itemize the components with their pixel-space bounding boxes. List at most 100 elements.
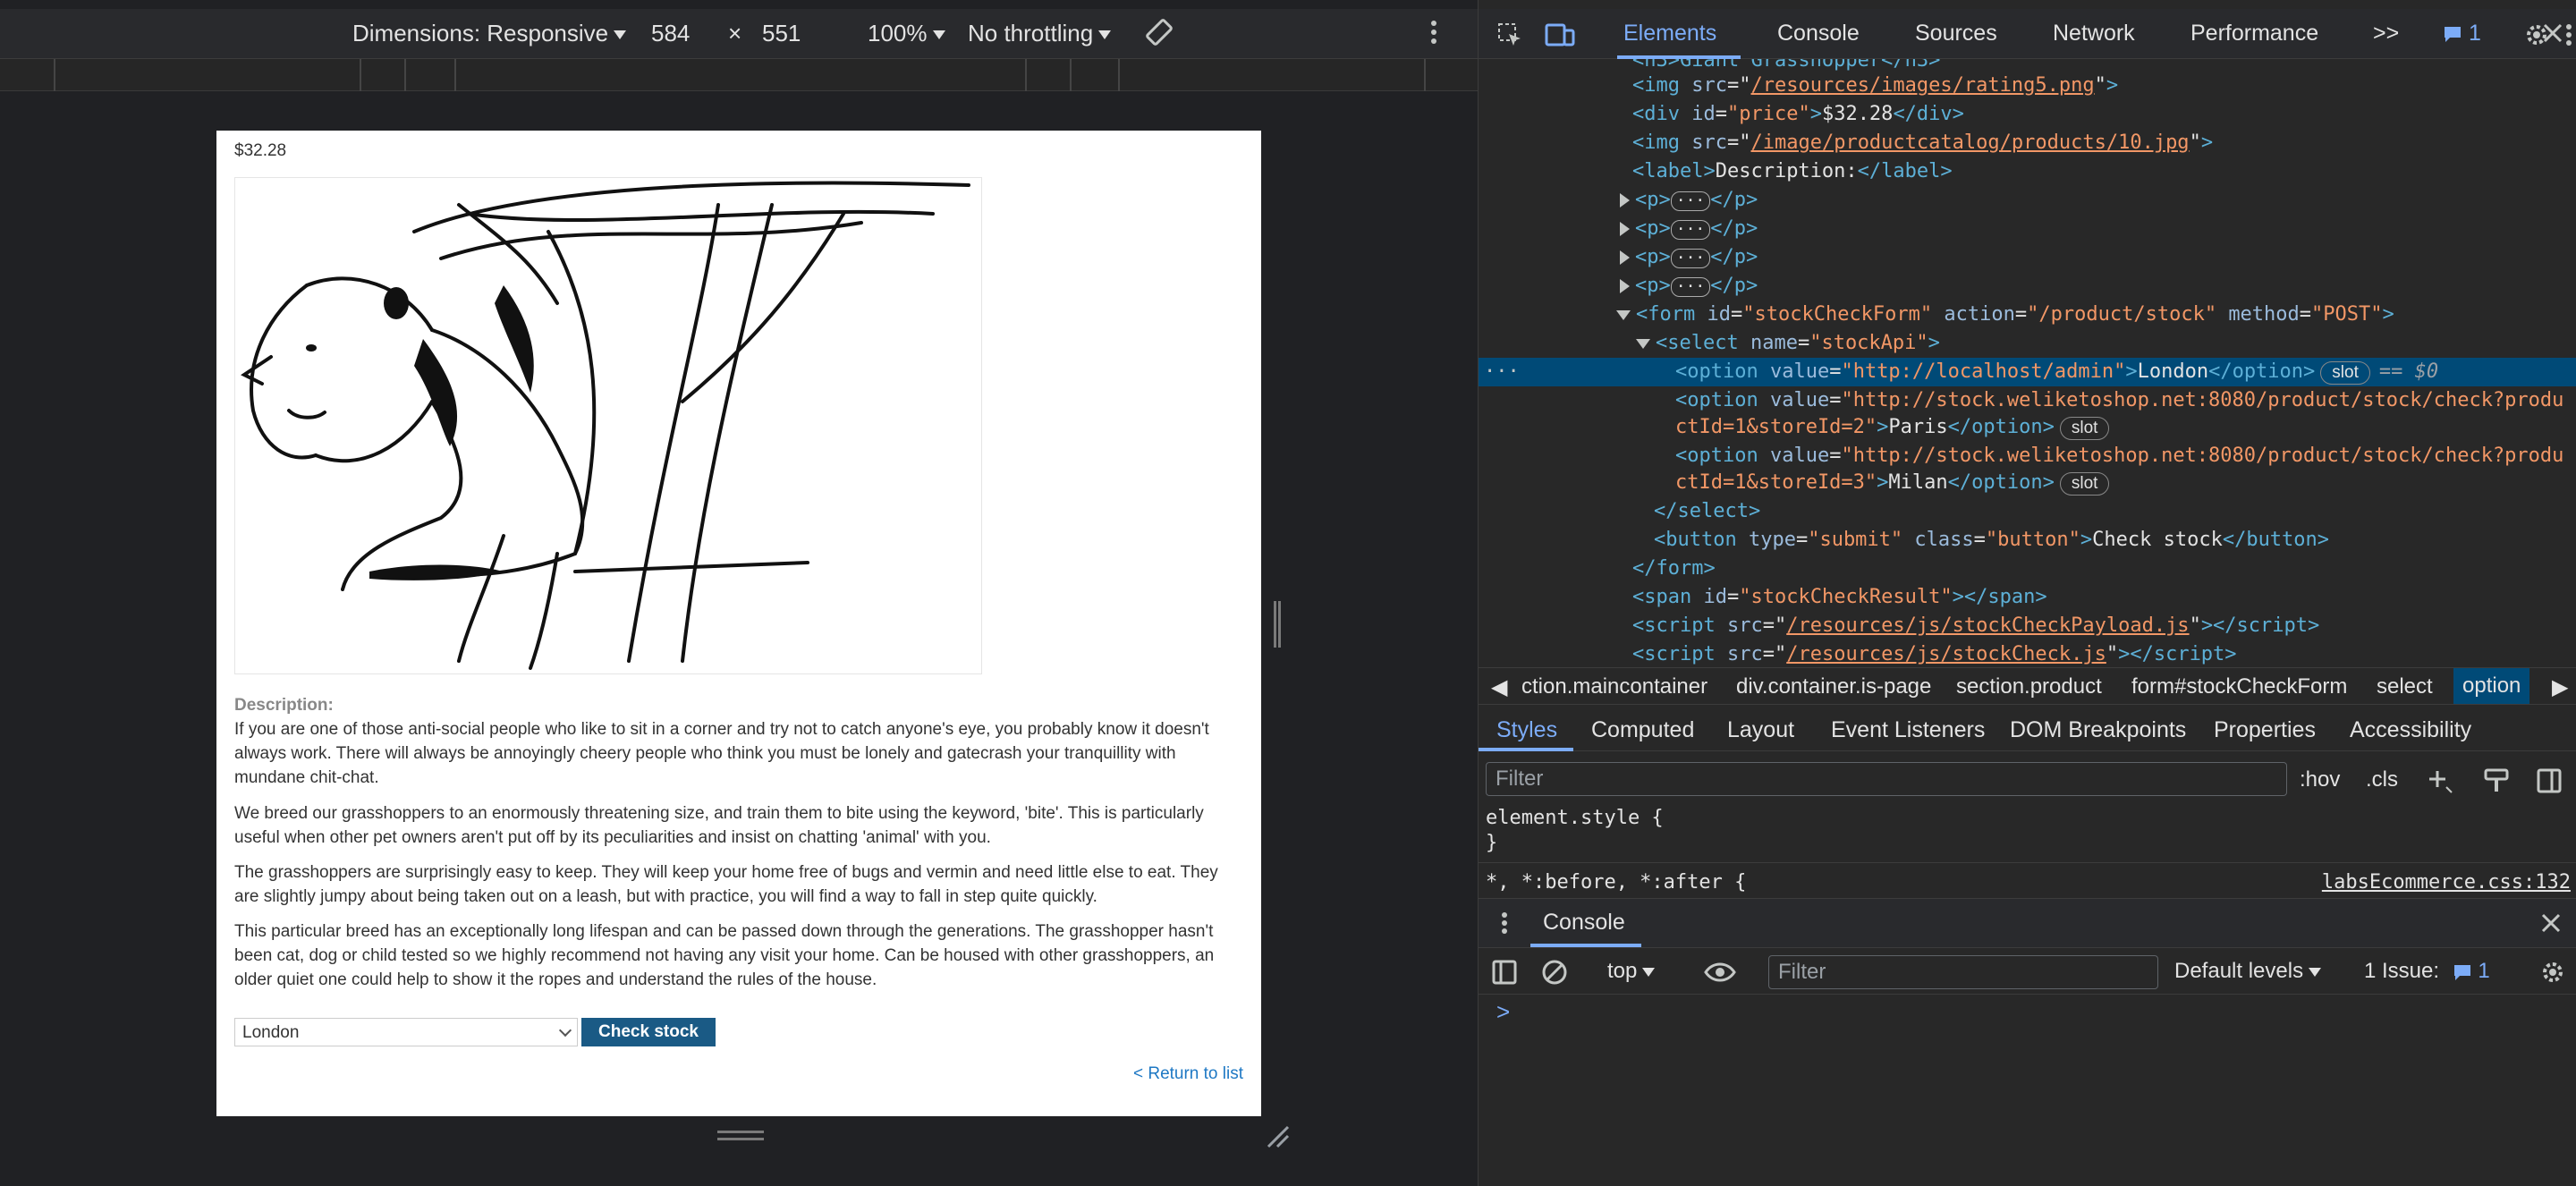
paint-brush-icon[interactable] bbox=[2484, 767, 2509, 798]
tab-console[interactable]: Console bbox=[1777, 21, 1860, 47]
sidebar-toggle-icon[interactable] bbox=[2536, 767, 2563, 798]
context-selector[interactable]: top bbox=[1607, 959, 1656, 984]
selected-dom-node[interactable]: ··· <option value="http://localhost/admi… bbox=[1479, 358, 2576, 386]
issues-count: 1 bbox=[2468, 21, 2481, 46]
slot-badge[interactable]: slot bbox=[2059, 417, 2110, 440]
tab-console-drawer[interactable]: Console bbox=[1543, 910, 1625, 936]
tab-styles[interactable]: Styles bbox=[1496, 717, 1557, 743]
hov-toggle[interactable]: :hov bbox=[2300, 767, 2340, 792]
add-rule-icon[interactable] bbox=[2427, 767, 2453, 798]
gear-icon[interactable] bbox=[2539, 959, 2566, 989]
issues-badge[interactable]: 1 bbox=[2443, 21, 2481, 47]
return-to-list-link[interactable]: < Return to list bbox=[1133, 1063, 1243, 1086]
dom-node[interactable]: <img src="/resources/images/rating5.png"… bbox=[1632, 72, 2576, 100]
dom-node[interactable]: <script src="/resources/js/stockCheckPay… bbox=[1632, 612, 2576, 640]
resize-corner-icon[interactable] bbox=[1265, 1123, 1292, 1155]
dimensions-label: Dimensions: Responsive bbox=[352, 20, 609, 47]
check-stock-button[interactable]: Check stock bbox=[581, 1018, 716, 1046]
chevron-down-icon bbox=[1642, 967, 1656, 977]
console-prompt[interactable]: > bbox=[1496, 998, 1510, 1026]
console-drawer-header: Console bbox=[1479, 898, 2576, 948]
styles-subtabs: Styles Computed Layout Event Listeners D… bbox=[1479, 707, 2576, 751]
dom-node[interactable]: <p> ··· </p> bbox=[1620, 215, 2576, 243]
universal-selector-rule[interactable]: *, *:before, *:after { bbox=[1486, 871, 1746, 894]
product-image bbox=[234, 177, 982, 674]
breadcrumb-item[interactable]: ction.maincontainer bbox=[1521, 674, 1707, 699]
description-label: Description: bbox=[234, 696, 334, 715]
drawer-menu-icon[interactable] bbox=[1500, 910, 1509, 940]
rotate-icon[interactable] bbox=[1143, 16, 1175, 55]
dom-node[interactable]: <label>Description:</label> bbox=[1632, 157, 2576, 186]
element-style-rule[interactable]: element.style { bbox=[1486, 807, 1664, 829]
tab-sources[interactable]: Sources bbox=[1915, 21, 1997, 47]
tab-performance[interactable]: Performance bbox=[2190, 21, 2318, 47]
breadcrumb-item[interactable]: section.product bbox=[1956, 674, 2102, 699]
breadcrumb-scroll-right-icon[interactable]: ▶ bbox=[2552, 674, 2568, 700]
description-paragraph: This particular breed has an exceptional… bbox=[234, 922, 1215, 989]
eye-icon[interactable] bbox=[1704, 959, 1736, 989]
close-icon[interactable] bbox=[2539, 911, 2563, 938]
inspect-element-icon[interactable] bbox=[1496, 21, 1523, 52]
dom-node[interactable]: <button type="submit" class="button">Che… bbox=[1654, 526, 2576, 555]
breadcrumb: ◀ ction.maincontainer div.container.is-p… bbox=[1479, 667, 2576, 705]
viewport-height-resize-handle[interactable] bbox=[717, 1131, 764, 1145]
width-input[interactable]: 584 bbox=[651, 20, 690, 47]
issues-counter[interactable]: 1 Issue: 1 bbox=[2364, 959, 2490, 984]
close-icon[interactable] bbox=[2541, 21, 2564, 50]
breadcrumb-item[interactable]: option bbox=[2453, 668, 2530, 704]
dimensions-dropdown[interactable]: Dimensions: Responsive bbox=[352, 20, 627, 47]
breadcrumb-item[interactable]: select bbox=[2377, 674, 2433, 699]
device-emulation-area: Dimensions: Responsive 584 × 551 100% No… bbox=[0, 0, 1478, 1186]
dom-node[interactable]: </form> bbox=[1632, 555, 2576, 583]
dom-node[interactable]: <p> ··· </p> bbox=[1620, 272, 2576, 301]
dom-node[interactable]: </select> bbox=[1654, 497, 2576, 526]
height-input[interactable]: 551 bbox=[762, 20, 801, 47]
device-toolbar-toggle-icon[interactable] bbox=[1545, 21, 1575, 52]
tab-dom-breakpoints[interactable]: DOM Breakpoints bbox=[2010, 717, 2186, 743]
tab-layout[interactable]: Layout bbox=[1727, 717, 1794, 743]
styles-filter-input[interactable]: Filter bbox=[1486, 762, 2287, 796]
dom-node[interactable]: <option value="http://stock.weliketoshop… bbox=[1675, 442, 2576, 470]
devtools-tabbar: Elements Console Sources Network Perform… bbox=[1479, 9, 2576, 59]
dom-node[interactable]: <p> ··· </p> bbox=[1620, 186, 2576, 215]
dom-node[interactable]: <option value="http://stock.weliketoshop… bbox=[1675, 386, 2576, 415]
tab-event-listeners[interactable]: Event Listeners bbox=[1831, 717, 1985, 743]
dom-node[interactable]: <script src="/resources/js/stockCheck.js… bbox=[1632, 640, 2576, 667]
dom-node[interactable]: <span id="stockCheckResult"></span> bbox=[1632, 583, 2576, 612]
tab-properties[interactable]: Properties bbox=[2214, 717, 2316, 743]
dom-node-continuation: ctId=1&storeId=2">Paris</option> slot bbox=[1675, 413, 2576, 442]
sidebar-toggle-icon[interactable] bbox=[1491, 959, 1518, 989]
description-paragraph: The grasshoppers are surprisingly easy t… bbox=[234, 863, 1218, 906]
more-options-icon[interactable] bbox=[1429, 16, 1438, 55]
dom-node[interactable]: <p> ··· </p> bbox=[1620, 243, 2576, 272]
breadcrumb-item[interactable]: div.container.is-page bbox=[1736, 674, 1931, 699]
viewport-width-resize-handle[interactable] bbox=[1274, 601, 1281, 648]
dom-node[interactable]: <form id="stockCheckForm" action="/produ… bbox=[1616, 301, 2576, 329]
dom-node[interactable]: <select name="stockApi"> bbox=[1636, 329, 2576, 358]
dom-node[interactable]: <img src="/image/productcatalog/products… bbox=[1632, 129, 2576, 157]
store-select[interactable]: London bbox=[234, 1018, 578, 1046]
more-options-icon[interactable] bbox=[2564, 21, 2573, 52]
log-levels-dropdown[interactable]: Default levels bbox=[2174, 959, 2322, 984]
expand-arrow-icon bbox=[1620, 250, 1630, 265]
clear-console-icon[interactable] bbox=[1541, 959, 1568, 989]
zoom-dropdown[interactable]: 100% bbox=[868, 20, 945, 47]
dom-node[interactable]: <div id="price">$32.28</div> bbox=[1632, 100, 2576, 129]
tab-network[interactable]: Network bbox=[2053, 21, 2135, 47]
throttling-dropdown[interactable]: No throttling bbox=[968, 20, 1112, 47]
tab-elements[interactable]: Elements bbox=[1623, 21, 1716, 47]
slot-badge[interactable]: slot bbox=[2059, 472, 2110, 496]
css-source-link[interactable]: labsEcommerce.css:132 bbox=[2322, 871, 2571, 894]
breadcrumb-scroll-left-icon[interactable]: ◀ bbox=[1491, 674, 1507, 700]
console-filter-input[interactable]: Filter bbox=[1768, 955, 2158, 989]
slot-badge[interactable]: slot bbox=[2320, 361, 2370, 385]
more-options-icon[interactable]: ··· bbox=[1484, 358, 1520, 386]
tab-accessibility[interactable]: Accessibility bbox=[2350, 717, 2471, 743]
breadcrumb-item[interactable]: form#stockCheckForm bbox=[2131, 674, 2347, 699]
tab-computed[interactable]: Computed bbox=[1591, 717, 1694, 743]
store-select-value: London bbox=[242, 1023, 300, 1042]
collapse-arrow-icon bbox=[1636, 338, 1650, 349]
more-tabs-button[interactable]: >> bbox=[2373, 21, 2399, 47]
cls-toggle[interactable]: .cls bbox=[2366, 767, 2398, 792]
dom-tree: <h3>Giant Grasshopper</h3> <img src="/re… bbox=[1479, 59, 2576, 667]
